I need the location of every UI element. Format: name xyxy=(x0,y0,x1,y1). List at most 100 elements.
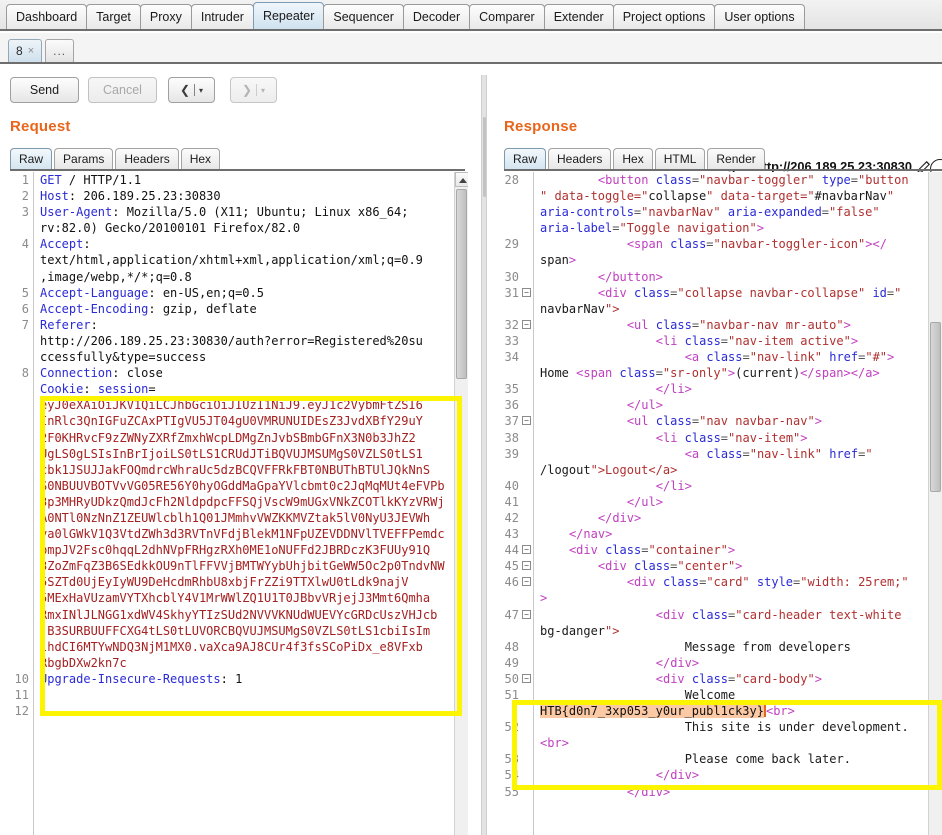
line-number xyxy=(0,510,33,526)
main-tab-extender[interactable]: Extender xyxy=(543,4,614,29)
response-code-line: <li class="nav-item"> xyxy=(655,430,808,445)
history-forward-button[interactable]: ❯ ▾ xyxy=(230,77,277,103)
request-code-line: va0lGWkV1Q3VtdZWh3d3RVTnVFdjBlekM1NFpUZE… xyxy=(40,527,445,542)
response-code-line: Welcome xyxy=(684,688,736,702)
response-code-line: </ul> xyxy=(626,494,663,509)
fold-toggle-icon[interactable]: − xyxy=(522,416,531,426)
response-code-line: <div class="center"> xyxy=(597,559,743,574)
line-number: 1 xyxy=(21,173,29,187)
burp-suite-window: Dashboard Target Proxy Intruder Repeater Sequ… xyxy=(0,0,942,835)
repeater-tab-label: ... xyxy=(53,44,67,58)
response-code-line: Message from developers xyxy=(684,639,851,654)
panel-splitter[interactable] xyxy=(481,75,487,835)
fold-toggle-icon[interactable]: − xyxy=(522,287,531,297)
close-icon[interactable]: × xyxy=(28,40,34,62)
request-code-line xyxy=(40,703,454,719)
response-tab-html[interactable]: HTML xyxy=(654,148,706,170)
scroll-up-arrow-icon[interactable] xyxy=(455,172,468,187)
cancel-button[interactable]: Cancel xyxy=(88,77,157,103)
request-code-line: User-Agent: Mozilla/5.0 (X11; Ubuntu; Li… xyxy=(40,205,409,220)
response-tab-render[interactable]: Render xyxy=(707,148,765,170)
scrollbar-thumb[interactable] xyxy=(456,189,467,379)
fold-toggle-icon[interactable]: − xyxy=(522,319,531,329)
chevron-down-icon: ▾ xyxy=(261,85,266,95)
request-code-line: UgLS0gLSIsInBrIjoiLS0tLS1CRUdJTiBQVUJMSU… xyxy=(40,446,423,461)
line-number xyxy=(0,639,33,655)
chevron-down-icon: ▾ xyxy=(199,85,204,95)
fold-toggle-icon[interactable]: − xyxy=(522,673,531,683)
history-back-button[interactable]: ❮ ▾ xyxy=(168,77,215,103)
line-number xyxy=(0,220,33,236)
request-tab-headers[interactable]: Headers xyxy=(115,148,179,170)
main-tab-user-options[interactable]: User options xyxy=(714,4,805,29)
main-tab-target[interactable]: Target xyxy=(86,4,141,29)
main-tab-sequencer[interactable]: Sequencer xyxy=(323,4,404,29)
fold-toggle-icon[interactable]: − xyxy=(522,561,531,571)
response-panel-title: Response xyxy=(504,118,578,135)
line-number xyxy=(0,413,33,429)
request-tab-hex[interactable]: Hex xyxy=(180,148,221,170)
request-tab-raw[interactable]: Raw xyxy=(10,148,53,170)
fold-toggle-icon[interactable]: − xyxy=(522,545,531,555)
request-code-line: http://206.189.25.23:30830/auth?error=Re… xyxy=(40,333,423,348)
main-tab-dashboard[interactable]: Dashboard xyxy=(6,4,88,29)
request-code-area[interactable]: GET / HTTP/1.1 Host: 206.189.25.23:30830 U… xyxy=(36,172,454,835)
request-code-line: Accept-Language: en-US,en;q=0.5 xyxy=(40,285,264,300)
request-scrollbar[interactable] xyxy=(454,172,468,835)
response-code-area[interactable]: <button class="navbar-toggler" type="but… xyxy=(536,172,928,835)
main-tab-comparer[interactable]: Comparer xyxy=(469,4,545,29)
line-number xyxy=(492,365,533,381)
response-tabs-underline xyxy=(504,169,942,171)
repeater-tab-bar: 8 ×... xyxy=(0,33,942,64)
response-code-line: aria-label="Toggle navigation"> xyxy=(540,221,764,236)
request-code-line: Accept-Encoding: gzip, deflate xyxy=(40,301,257,316)
line-number xyxy=(492,220,533,236)
line-number xyxy=(0,590,33,606)
main-tab-proxy[interactable]: Proxy xyxy=(139,4,192,29)
line-number: 5 xyxy=(21,285,29,300)
main-tab-intruder[interactable]: Intruder xyxy=(190,4,254,29)
repeater-tab-dotdotdot[interactable]: ... xyxy=(45,39,75,62)
response-code-line: > xyxy=(540,591,548,606)
main-tab-repeater[interactable]: Repeater xyxy=(252,2,325,29)
request-code-line: bmpJV2Fsc0hqqL2dhNVpFRHgzRXh0ME1oNUFFd2J… xyxy=(40,543,431,558)
response-editor[interactable]: 28 29 30 31− 32−33 34 35 36 37−38 39 40 41 42 43 44−45… xyxy=(492,172,942,835)
fold-toggle-icon[interactable]: − xyxy=(522,609,531,619)
response-code-line: <li class="nav-item active"> xyxy=(655,333,859,348)
response-code-line: </div> xyxy=(597,510,642,525)
request-line-numbers: 1 2 3 4 5 6 7 8 10 11 12 xyxy=(0,172,34,835)
line-number: 50− xyxy=(492,671,533,687)
response-tab-hex[interactable]: Hex xyxy=(613,148,653,170)
request-code-line: RbgbDXw2kn7c xyxy=(40,655,127,670)
line-number xyxy=(492,252,533,268)
main-tab-bar: Dashboard Target Proxy Intruder Repeater Sequ… xyxy=(0,0,942,31)
repeater-tab-8[interactable]: 8 × xyxy=(8,39,43,62)
response-scrollbar[interactable] xyxy=(928,172,942,835)
line-number xyxy=(0,655,33,671)
request-tab-params[interactable]: Params xyxy=(54,148,114,170)
request-code-line: Upgrade-Insecure-Requests: 1 xyxy=(40,671,243,686)
response-code-line: </button> xyxy=(597,269,663,284)
line-number: 10 xyxy=(14,671,29,686)
request-code-line: eyJ0eXAiOiJKV1QiLCJhbGciOiJIUzI1NiJ9.eyJ… xyxy=(40,398,423,413)
request-editor[interactable]: 1 2 3 4 5 6 7 8 10 11 12 GET / HTTP/1.1 Host: 206.1… xyxy=(0,172,468,835)
line-number: 51 xyxy=(504,688,519,702)
response-tab-raw[interactable]: Raw xyxy=(504,148,547,170)
scrollbar-thumb[interactable] xyxy=(930,322,941,492)
response-view-tabs: Raw Headers Hex HTML Render xyxy=(504,146,767,170)
line-number xyxy=(0,252,33,268)
response-code-line: <div class="collapse navbar-collapse" id… xyxy=(597,285,902,300)
line-number: 55 xyxy=(504,784,519,799)
response-code-line: </div> xyxy=(655,768,700,783)
fold-toggle-icon[interactable]: − xyxy=(522,577,531,587)
response-code-line: </nav> xyxy=(568,527,613,542)
response-tab-headers[interactable]: Headers xyxy=(548,148,612,170)
line-number: 2 xyxy=(21,189,29,204)
line-number: 40 xyxy=(504,478,519,493)
send-button[interactable]: Send xyxy=(10,77,79,103)
line-number: 30 xyxy=(504,269,519,284)
line-number xyxy=(0,494,33,510)
main-tab-decoder[interactable]: Decoder xyxy=(402,4,471,29)
main-tab-project-options[interactable]: Project options xyxy=(612,4,716,29)
line-number: 34 xyxy=(504,350,519,365)
